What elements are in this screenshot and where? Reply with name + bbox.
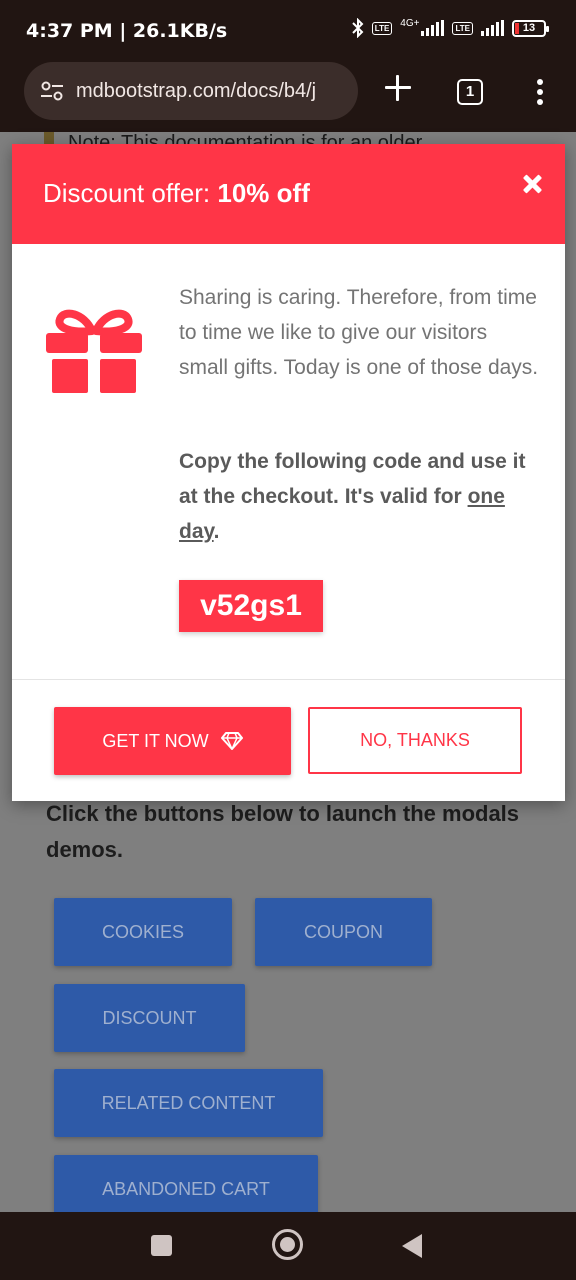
status-icons: LTE 4G+ LTE 13: [352, 18, 549, 38]
modal-body-text: Sharing is caring. Therefore, from time …: [179, 286, 539, 379]
no-thanks-button[interactable]: NO, THANKS: [308, 707, 522, 774]
recent-apps-icon[interactable]: [151, 1235, 172, 1256]
status-time: 4:37 PM | 26.1KB/s: [26, 20, 228, 42]
signal-icon: [421, 20, 445, 36]
modal-divider: [12, 679, 565, 680]
modal-header: Discount offer: 10% off: [12, 144, 565, 244]
browser-toolbar: mdbootstrap.com/docs/b4/j 1: [0, 62, 576, 132]
modal-title-discount: 10% off: [217, 178, 310, 208]
system-nav-bar: [0, 1212, 576, 1280]
abandoned-cart-button[interactable]: ABANDONED CART: [54, 1155, 318, 1212]
back-icon[interactable]: [402, 1234, 422, 1258]
get-it-now-label: GET IT NOW: [102, 730, 209, 751]
modal-title-prefix: Discount offer:: [43, 178, 218, 208]
home-icon[interactable]: [272, 1229, 303, 1260]
coupon-code[interactable]: v52gs1: [179, 580, 323, 632]
bluetooth-icon: [352, 18, 364, 38]
more-menu-icon[interactable]: [536, 79, 544, 107]
get-it-now-button[interactable]: GET IT NOW: [54, 707, 291, 775]
lte-badge-2: LTE: [452, 21, 473, 35]
site-settings-icon[interactable]: [40, 81, 64, 101]
lte-badge: LTE: [371, 21, 393, 35]
copy-suffix: .: [213, 520, 220, 543]
address-bar[interactable]: mdbootstrap.com/docs/b4/j: [24, 62, 358, 120]
modal-title: Discount offer: 10% off: [43, 178, 310, 209]
related-content-button[interactable]: RELATED CONTENT: [54, 1069, 323, 1137]
status-bar: 4:37 PM | 26.1KB/s LTE 4G+ LTE 13: [0, 0, 576, 62]
new-tab-icon[interactable]: [384, 74, 412, 102]
close-icon[interactable]: [520, 172, 544, 196]
url-text[interactable]: mdbootstrap.com/docs/b4/j: [76, 80, 352, 103]
discount-button[interactable]: DISCOUNT: [54, 984, 245, 1052]
network-label: 4G+: [400, 18, 420, 29]
tab-switcher-button[interactable]: 1: [457, 79, 483, 105]
coupon-button[interactable]: COUPON: [255, 898, 432, 966]
discount-modal: Discount offer: 10% off Sharing is carin…: [12, 144, 565, 801]
modal-copy-instructions: Copy the following code and use it at th…: [179, 444, 539, 549]
diamond-icon: [220, 732, 243, 750]
battery-icon: 13: [512, 19, 549, 37]
gift-icon: [46, 309, 142, 393]
signal-icon-2: [481, 20, 504, 36]
modal-demo-instruction: Click the buttons below to launch the mo…: [46, 801, 520, 862]
cookies-button[interactable]: COOKIES: [54, 898, 232, 966]
battery-level: 13: [522, 21, 536, 34]
